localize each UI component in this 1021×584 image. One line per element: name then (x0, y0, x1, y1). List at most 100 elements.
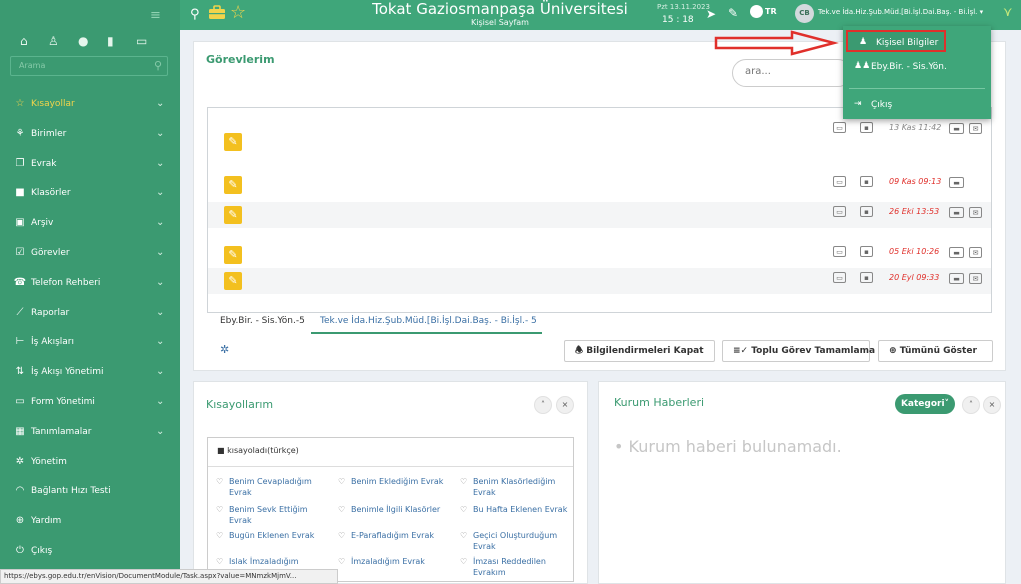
preview-icon[interactable]: ▪ (860, 122, 873, 133)
app-subtitle[interactable]: Kişisel Sayfam (400, 18, 600, 27)
gear-icon[interactable]: ✲ (220, 343, 229, 356)
category-label: Kategori (900, 399, 945, 409)
sidebar-item-12[interactable]: ✲ Yönetim (0, 448, 180, 477)
task-row[interactable]: ✎ ▭ ▪ 13 Kas 11:42 ▬ ✉ (208, 118, 991, 151)
bulk-complete-button[interactable]: ≡✓ Toplu Görev Tamamlama (722, 340, 875, 362)
shortcut-label: Benim Cevapladığım Evrak (229, 477, 312, 497)
sidebar-search-placeholder: Arama (19, 61, 46, 70)
sidebar-item-9[interactable]: ⇅ İş Akışı Yönetimi ⌄ (0, 358, 180, 387)
news-title: Kurum Haberleri (614, 396, 705, 409)
monitor-icon[interactable]: ▭ (833, 122, 846, 133)
divider (208, 466, 573, 467)
sidebar-item-15[interactable]: ⏻ Çıkış (0, 537, 180, 566)
menu-item-cikis[interactable]: ⇥ Çıkış (843, 94, 991, 116)
task-search-input[interactable] (745, 66, 845, 77)
filter-icon[interactable]: ⋎ (1003, 5, 1013, 20)
show-all-button[interactable]: ⊕ Tümünü Göster (878, 340, 993, 362)
monitor-icon[interactable]: ▭ (833, 206, 846, 217)
sidebar-item-4[interactable]: ▣ Arşiv ⌄ (0, 209, 180, 238)
preview-icon[interactable]: ▪ (860, 206, 873, 217)
task-row[interactable]: ✎ ▭ ▪ 09 Kas 09:13 ▬ (208, 172, 991, 198)
task-row[interactable]: ✎ ▭ ▪ 26 Eki 13:53 ▬ ✉ (208, 202, 991, 228)
collapse-icon[interactable]: ˄ (962, 396, 980, 414)
sidebar-item-icon: ▦ (15, 425, 25, 437)
keyboard-icon[interactable]: ▬ (949, 123, 964, 134)
task-row[interactable]: ✎ ▭ ▪ 05 Eki 10:26 ▬ ✉ (208, 242, 991, 268)
sidebar-item-14[interactable]: ⊕ Yardım (0, 507, 180, 536)
task-row[interactable]: ✎ ▭ ▪ 20 Eyl 09:33 ▬ ✉ (208, 268, 991, 294)
sidebar-item-7[interactable]: ⟋ Raporlar ⌄ (0, 299, 180, 328)
bookmark-icon[interactable]: ▮ (107, 34, 114, 48)
sidebar-item-6[interactable]: ☎ Telefon Rehberi ⌄ (0, 269, 180, 298)
sidebar-item-11[interactable]: ▦ Tanımlamalar ⌄ (0, 418, 180, 447)
search-icon[interactable]: ⚲ (190, 7, 200, 22)
close-icon[interactable]: × (983, 396, 1001, 414)
bulk-complete-label: Toplu Görev Tamamlama (751, 346, 876, 356)
tab-tek-ve-ida[interactable]: Tek.ve İda.Hiz.Şub.Müd.[Bi.İşl.Dai.Baş. … (320, 316, 537, 326)
sidebar-item-label: Tanımlamalar (31, 426, 92, 437)
sidebar-item-icon: ▭ (15, 396, 25, 407)
user-icon[interactable]: ♙ (48, 34, 59, 48)
preview-icon[interactable]: ▪ (860, 176, 873, 187)
briefcase-icon[interactable] (208, 5, 226, 20)
menu-item-eby-bir[interactable]: ♟♟ Eby.Bir. - Sis.Yön. (843, 56, 991, 78)
keyboard-icon[interactable]: ▬ (949, 177, 964, 188)
edit-icon[interactable]: ✎ (728, 6, 738, 20)
monitor-icon[interactable]: ▭ (833, 176, 846, 187)
mail-icon[interactable]: ✉ (969, 123, 982, 134)
monitor-icon[interactable]: ▭ (833, 272, 846, 283)
sidebar-item-1[interactable]: ⚘ Birimler ⌄ (0, 120, 180, 149)
sidebar-item-2[interactable]: ❐ Evrak ⌄ (0, 150, 180, 179)
star-icon[interactable]: ☆ (230, 2, 246, 23)
sidebar-item-3[interactable]: ■ Klasörler ⌄ (0, 179, 180, 208)
tasks-title: Görevlerim (206, 53, 275, 66)
settings-icon[interactable]: ● (78, 34, 88, 48)
language-selector[interactable]: TR (765, 7, 777, 16)
shortcut-label: Benimle İlgili Klasörler (351, 505, 441, 514)
task-date: 26 Eki 13:53 (889, 207, 940, 216)
menu-item-kisisel-bilgiler[interactable]: ♟ Kişisel Bilgiler (846, 30, 946, 52)
home-icon[interactable]: ⌂ (20, 34, 28, 48)
close-info-button[interactable]: 🕭 Bilgilendirmeleri Kapat (564, 340, 715, 362)
heart-icon: ♡ (216, 505, 224, 514)
send-icon[interactable]: ➤ (706, 7, 716, 21)
monitor-icon[interactable]: ▭ (833, 246, 846, 257)
globe-icon[interactable] (750, 5, 763, 18)
mail-icon[interactable]: ✉ (969, 273, 982, 284)
task-edit-icon[interactable]: ✎ (224, 133, 242, 151)
task-edit-icon[interactable]: ✎ (224, 206, 242, 224)
task-edit-icon[interactable]: ✎ (224, 272, 242, 290)
mail-icon[interactable]: ✉ (969, 247, 982, 258)
heart-icon: ♡ (338, 477, 346, 486)
sidebar-item-label: Arşiv (31, 218, 54, 229)
sidebar-item-0[interactable]: ☆ Kısayollar ⌄ (0, 90, 180, 119)
date-label: Pzt 13.11.2023 (657, 3, 710, 11)
sidebar-item-8[interactable]: ⊢ İş Akışları ⌄ (0, 328, 180, 357)
category-dropdown[interactable]: Kategori˅ (895, 394, 955, 414)
menu-toggle-icon[interactable]: ≡ (150, 8, 161, 23)
pointer-arrow-icon (714, 30, 839, 56)
sidebar-item-13[interactable]: ◠ Bağlantı Hızı Testi (0, 477, 180, 506)
user-menu-toggle[interactable]: Tek.ve İda.Hiz.Şub.Müd.[Bi.İşl.Dai.Baş. … (818, 8, 983, 16)
preview-icon[interactable]: ▪ (860, 246, 873, 257)
task-search[interactable] (732, 59, 852, 87)
preview-icon[interactable]: ▪ (860, 272, 873, 283)
window-icon[interactable]: ▭ (136, 34, 147, 48)
tab-eby-bir[interactable]: Eby.Bir. - Sis.Yön.-5 (220, 316, 305, 326)
chevron-down-icon: ⌄ (156, 247, 165, 258)
keyboard-icon[interactable]: ▬ (949, 207, 964, 218)
sidebar-item-label: Çıkış (31, 546, 53, 556)
sidebar-item-10[interactable]: ▭ Form Yönetimi ⌄ (0, 388, 180, 417)
keyboard-icon[interactable]: ▬ (949, 273, 964, 284)
close-icon[interactable]: × (556, 396, 574, 414)
keyboard-icon[interactable]: ▬ (949, 247, 964, 258)
sidebar-search[interactable]: Arama ⚲ (10, 56, 168, 76)
collapse-icon[interactable]: ˄ (534, 396, 552, 414)
task-edit-icon[interactable]: ✎ (224, 246, 242, 264)
sidebar-item-label: Yardım (31, 516, 62, 527)
search-icon[interactable]: ⚲ (154, 59, 162, 72)
sidebar-item-5[interactable]: ☑ Görevler ⌄ (0, 239, 180, 268)
task-edit-icon[interactable]: ✎ (224, 176, 242, 194)
avatar[interactable]: CB (795, 4, 814, 23)
mail-icon[interactable]: ✉ (969, 207, 982, 218)
